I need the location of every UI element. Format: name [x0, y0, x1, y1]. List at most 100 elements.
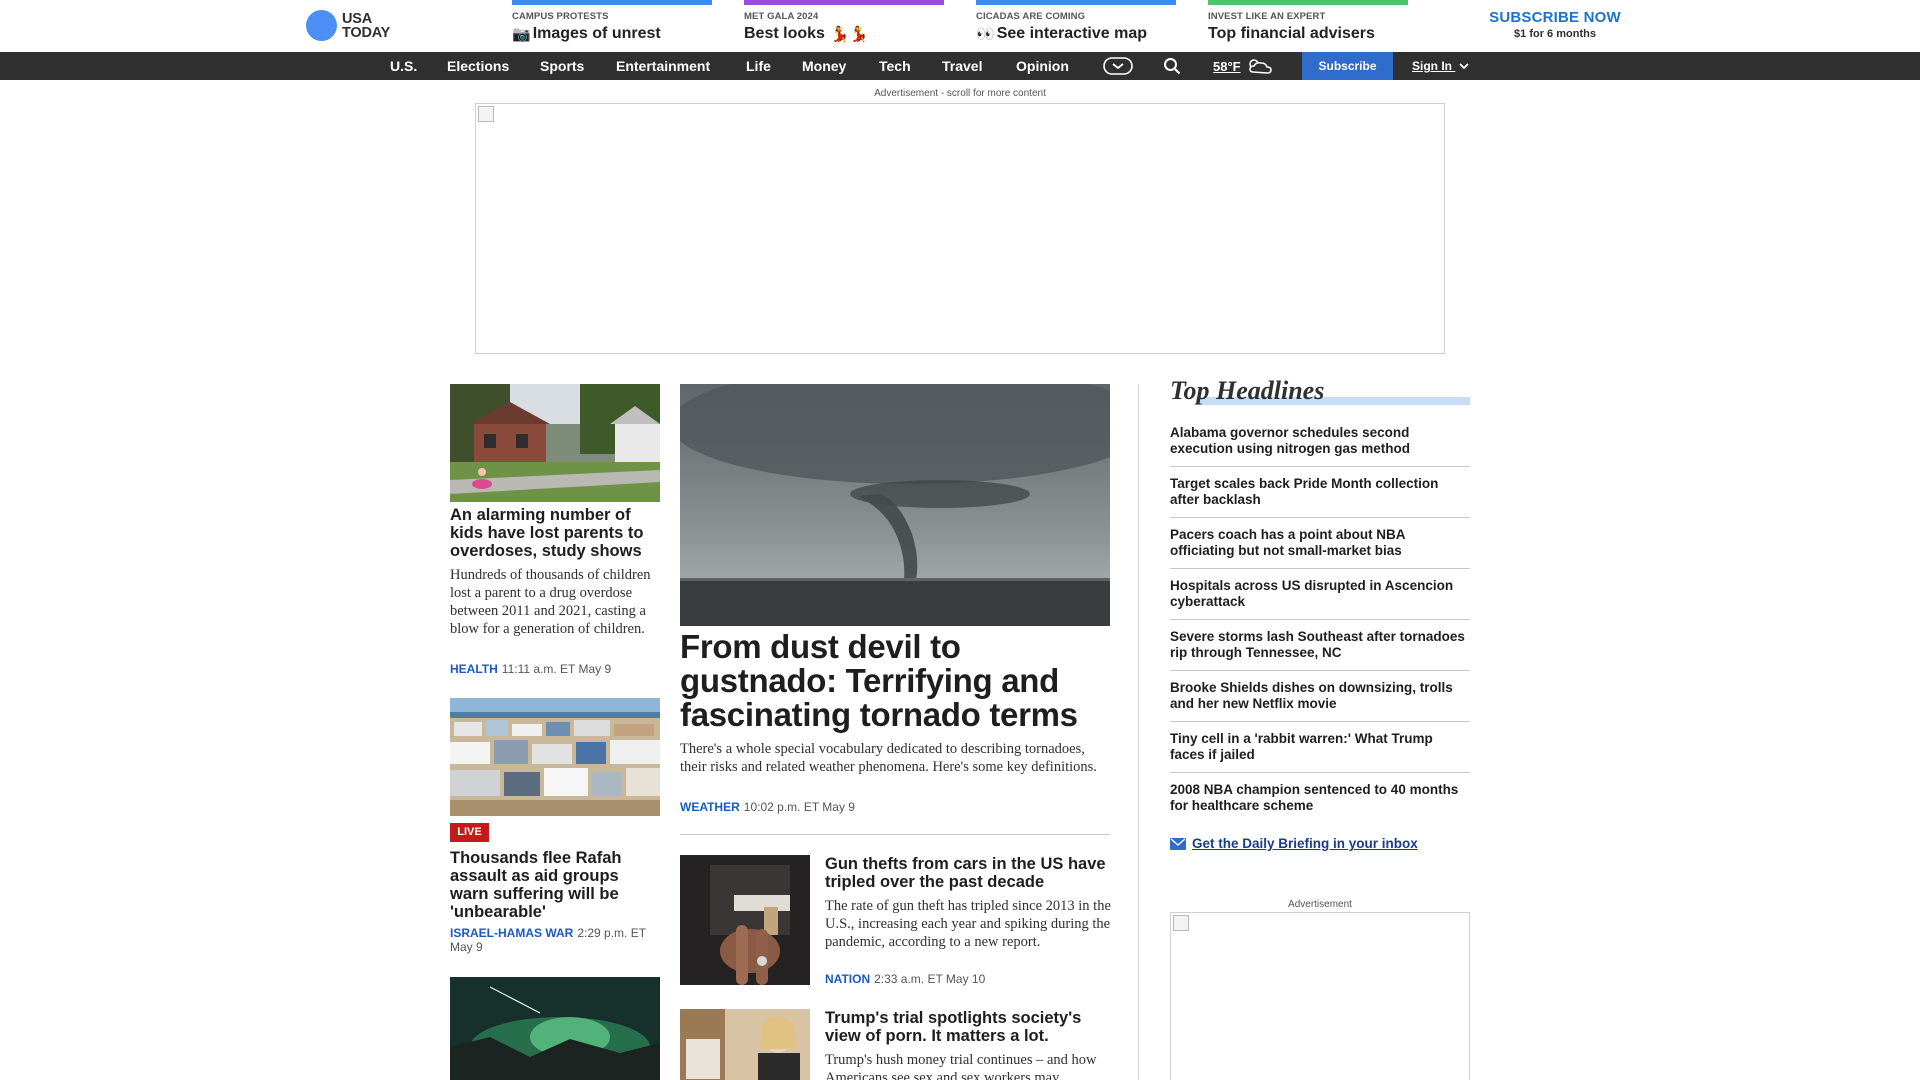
headline-link[interactable]: Tiny cell in a 'rabbit warren:' What Tru… — [1170, 731, 1470, 763]
logo-line-1: USA — [342, 10, 373, 27]
ad-label: Advertisement - scroll for more content — [874, 88, 1046, 99]
rafah-story-image[interactable] — [450, 698, 660, 816]
logo-dot-icon — [306, 10, 337, 41]
search-icon[interactable] — [1163, 52, 1181, 80]
more-menu-icon[interactable] — [1103, 52, 1133, 80]
story-summary: Trump's hush money trial continues – and… — [825, 1052, 1097, 1080]
timestamp: 10:02 p.m. ET May 9 — [743, 800, 855, 814]
story-meta: HEALTH 11:11 a.m. ET May 9 — [450, 662, 660, 676]
headline-divider — [1170, 619, 1470, 620]
headline-link[interactable]: Alabama governor schedules second execut… — [1170, 425, 1470, 457]
nav-item-travel[interactable]: Travel — [942, 52, 982, 80]
promo-campus-protests[interactable]: CAMPUS PROTESTS 📷 Images of unrest — [512, 0, 712, 44]
nav-item-opinion[interactable]: Opinion — [1016, 52, 1069, 80]
main-story-summary: There's a whole special vocabulary dedic… — [680, 741, 1097, 775]
nav-item-elections[interactable]: Elections — [447, 52, 509, 80]
nav-item-sports[interactable]: Sports — [540, 52, 584, 80]
tornado-photo — [680, 384, 1110, 626]
dancer-icon: 💃💃 — [830, 26, 869, 43]
section-link[interactable]: ISRAEL-HAMAS WAR — [450, 926, 573, 940]
headline-divider — [1170, 466, 1470, 467]
weather-temp: 58°F — [1213, 58, 1241, 74]
promo-cicadas[interactable]: CICADAS ARE COMING 👀 See interactive map — [976, 0, 1176, 44]
aurora-photo — [450, 977, 660, 1080]
headline-divider — [1170, 772, 1470, 773]
sign-in-menu[interactable]: Sign In — [1412, 52, 1469, 80]
tent-camp-photo — [450, 698, 660, 816]
section-link[interactable]: NATION — [825, 972, 870, 986]
nav-item-entertainment[interactable]: Entertainment — [616, 52, 710, 80]
logo-text: USA TODAY — [342, 10, 390, 40]
story-title[interactable]: Thousands flee Rafah assault as aid grou… — [450, 849, 660, 921]
headline-link[interactable]: 2008 NBA champion sentenced to 40 months… — [1170, 782, 1470, 814]
promo-title: Best looks 💃💃 — [744, 25, 944, 43]
camera-icon: 📷 — [512, 26, 531, 43]
nav-item-money[interactable]: Money — [802, 52, 846, 80]
usa-today-logo[interactable]: USA TODAY — [306, 10, 390, 41]
magnifier-glyph — [1164, 58, 1181, 75]
house-child-photo — [450, 384, 660, 502]
eyes-icon: 👀 — [976, 26, 995, 43]
nav-subscribe-button[interactable]: Subscribe — [1302, 52, 1393, 80]
story-title[interactable]: Trump's trial spotlights society's view … — [825, 1009, 1115, 1045]
live-badge: LIVE — [450, 823, 489, 842]
headline-link[interactable]: Pacers coach has a point about NBA offic… — [1170, 527, 1470, 559]
tornado-story-image[interactable] — [680, 384, 1110, 626]
promo-kicker: MET GALA 2024 — [744, 11, 819, 22]
headline-link[interactable]: Hospitals across US disrupted in Ascenci… — [1170, 578, 1470, 610]
promo-title: 📷 Images of unrest — [512, 25, 712, 43]
ad-slot-top[interactable] — [475, 103, 1445, 354]
promo-color-bar — [1208, 0, 1408, 5]
headline-link[interactable]: Severe storms lash Southeast after torna… — [1170, 629, 1470, 661]
headline-divider — [1170, 517, 1470, 518]
column-divider — [1138, 384, 1139, 1080]
main-story-title[interactable]: From dust devil to gustnado: Terrifying … — [680, 630, 1120, 732]
broken-image-icon — [478, 106, 494, 122]
story-summary: The rate of gun theft has tripled since … — [825, 898, 1111, 950]
subscribe-offer: $1 for 6 months — [1514, 28, 1596, 40]
headline-link[interactable]: Brooke Shields dishes on downsizing, tro… — [1170, 680, 1470, 712]
promo-invest[interactable]: INVEST LIKE AN EXPERT Top financial advi… — [1208, 0, 1408, 44]
gun-photo — [680, 855, 810, 985]
story-divider — [680, 834, 1110, 835]
cloudy-weather-icon — [1248, 59, 1272, 74]
aurora-story-image[interactable] — [450, 977, 660, 1080]
section-link[interactable]: HEALTH — [450, 662, 498, 676]
nav-item-tech[interactable]: Tech — [879, 52, 911, 80]
broken-image-icon — [1173, 915, 1189, 931]
promo-title: Top financial advisers — [1208, 25, 1408, 43]
nav-item-life[interactable]: Life — [746, 52, 771, 80]
chevron-down-icon — [1459, 63, 1469, 70]
headline-divider — [1170, 568, 1470, 569]
promo-title-text: Best looks — [744, 25, 825, 42]
top-headlines-title: Top Headlines — [1170, 376, 1325, 405]
story-title[interactable]: Gun thefts from cars in the US have trip… — [825, 855, 1115, 891]
promo-color-bar — [744, 0, 944, 5]
chevron-pill-icon — [1103, 57, 1133, 75]
story-title[interactable]: An alarming number of kids have lost par… — [450, 506, 660, 560]
top-promo-bar: USA TODAY CAMPUS PROTESTS 📷 Images of unr… — [0, 0, 1920, 52]
envelope-icon — [1170, 837, 1186, 850]
trial-story-image[interactable] — [680, 1009, 810, 1080]
promo-color-bar — [512, 0, 712, 5]
headline-link[interactable]: Target scales back Pride Month collectio… — [1170, 476, 1470, 508]
ad-slot-sidebar[interactable] — [1170, 912, 1470, 1080]
section-link[interactable]: WEATHER — [680, 800, 740, 814]
timestamp: 2:33 a.m. ET May 10 — [874, 972, 986, 986]
story-meta: NATION 2:33 a.m. ET May 10 — [825, 972, 1115, 986]
promo-met-gala[interactable]: MET GALA 2024 Best looks 💃💃 — [744, 0, 944, 44]
promo-kicker: CAMPUS PROTESTS — [512, 11, 609, 22]
daily-briefing-link[interactable]: Get the Daily Briefing in your inbox — [1170, 836, 1418, 851]
subscribe-now-label: SUBSCRIBE NOW — [1489, 9, 1621, 26]
daily-briefing-text: Get the Daily Briefing in your inbox — [1192, 836, 1418, 851]
gun-story-image[interactable] — [680, 855, 810, 985]
story-meta: ISRAEL-HAMAS WAR 2:29 p.m. ET May 9 — [450, 926, 660, 954]
nav-item-us[interactable]: U.S. — [390, 52, 417, 80]
promo-title-text: See interactive map — [996, 25, 1147, 42]
timestamp: 11:11 a.m. ET May 9 — [501, 662, 612, 676]
overdose-story-image[interactable] — [450, 384, 660, 502]
weather-widget[interactable]: 58°F — [1213, 52, 1275, 80]
subscribe-now-cta[interactable]: SUBSCRIBE NOW $1 for 6 months — [1480, 9, 1630, 40]
promo-kicker: CICADAS ARE COMING — [976, 11, 1086, 22]
promo-title: 👀 See interactive map — [976, 25, 1176, 43]
